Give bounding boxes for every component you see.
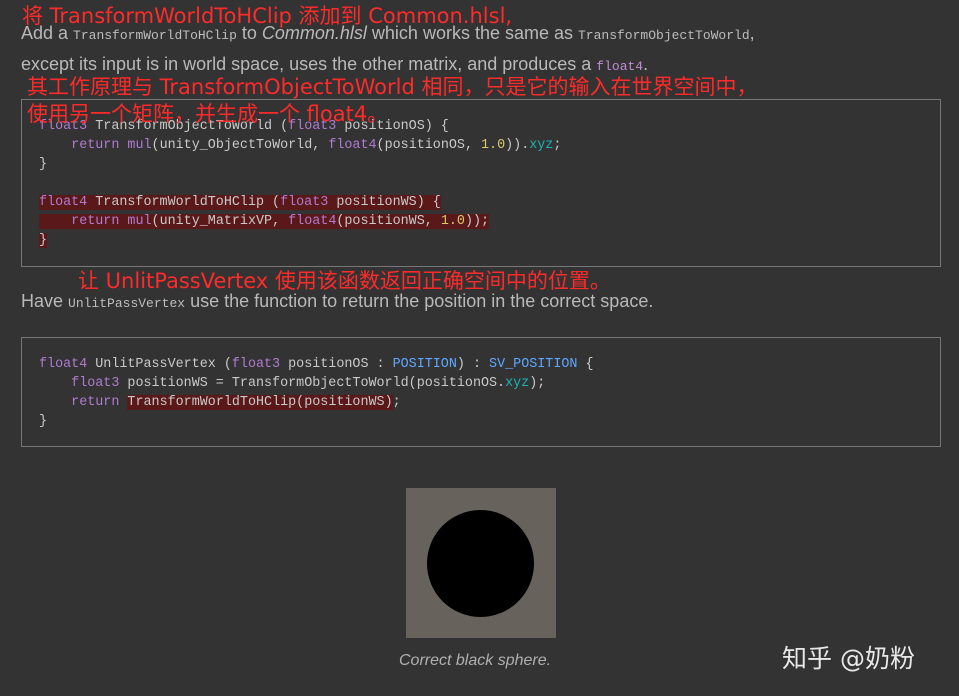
code-line: } [39,157,48,172]
inline-code: TransformObjectToWorld [578,28,750,43]
annotation-text: 将 TransformWorldToHClip 添加到 Common.hlsl, [22,4,513,28]
black-sphere [427,510,534,617]
watermark: 知乎 @奶粉 [782,644,915,673]
code-line: float3 positionWS = TransformObjectToWor… [71,376,546,391]
code-line-highlighted: return mul(unity_MatrixVP, float4(positi… [39,212,490,231]
code-line-highlighted: float4 TransformWorldToHClip (float3 pos… [39,195,441,210]
render-preview-image [406,488,556,638]
annotation-text: 其工作原理与 TransformObjectToWorld 相同，只是它的输入在… [27,75,758,99]
paragraph-2: Have UnlitPassVertex use the function to… [21,291,654,311]
code-line: return TransformWorldToHClip(positionWS)… [71,395,401,410]
figure-caption: Correct black sphere. [399,652,552,669]
code-line-highlighted: } [39,233,48,248]
inline-code: UnlitPassVertex [68,296,186,311]
annotation-text: 使用另一个矩阵，并生成一个 float4。 [27,102,389,126]
code-block-2: float4 UnlitPassVertex (float3 positionO… [21,337,941,447]
code-line: float4 UnlitPassVertex (float3 positionO… [39,357,594,372]
code-line: return mul(unity_ObjectToWorld, float4(p… [71,138,562,153]
inline-code: TransformWorldToHClip [73,28,237,43]
code-line: } [39,414,48,429]
